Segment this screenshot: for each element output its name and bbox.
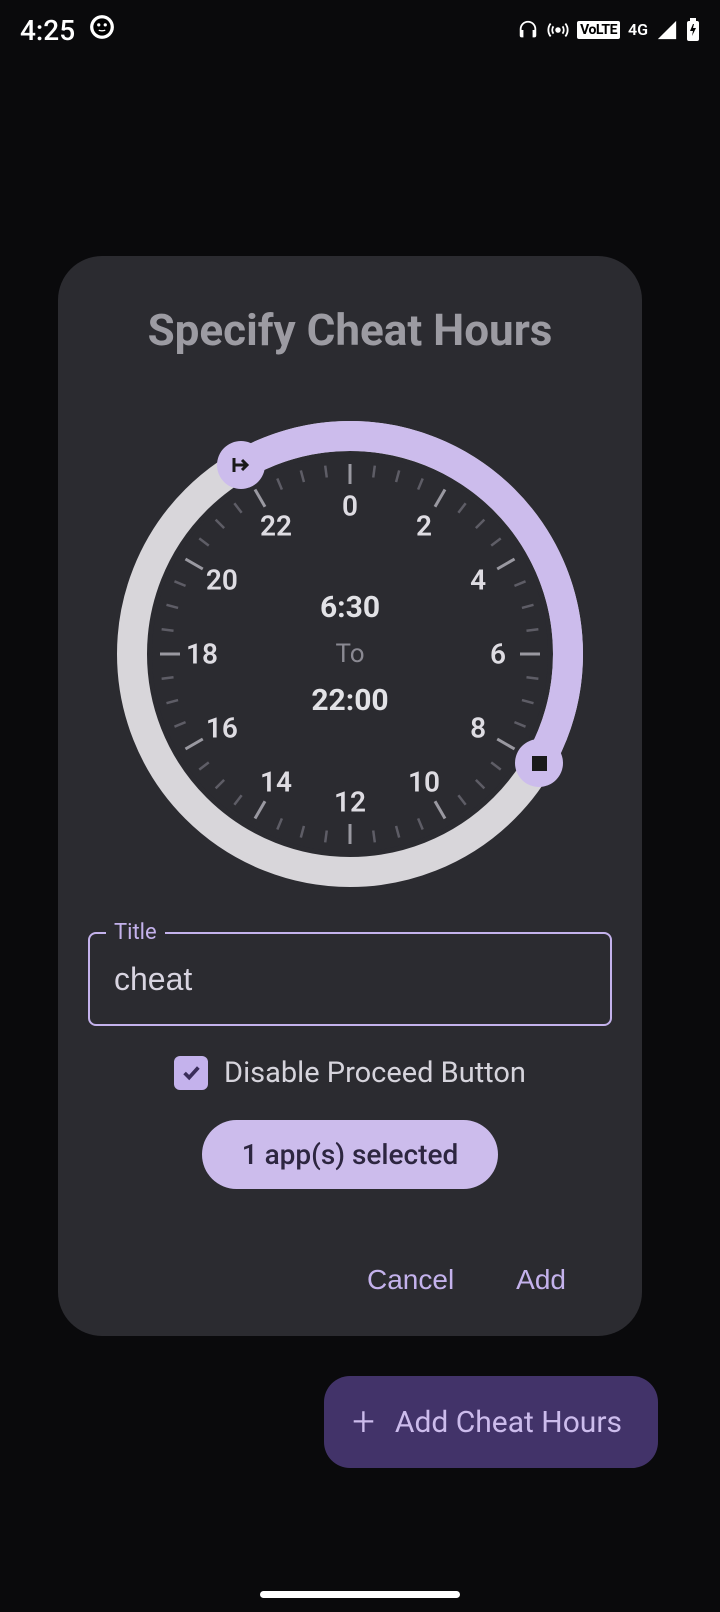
nav-handle[interactable]: [260, 1591, 460, 1598]
status-bar: 4:25 VoLTE 4G: [0, 0, 720, 60]
clock-range-picker[interactable]: 0246810121416182022 6:30 To 22:00: [116, 420, 584, 888]
svg-text:10: 10: [408, 766, 440, 799]
disable-proceed-label: Disable Proceed Button: [224, 1056, 526, 1090]
apps-selected-chip[interactable]: 1 app(s) selected: [202, 1120, 499, 1189]
add-cheat-hours-fab[interactable]: + Add Cheat Hours: [324, 1376, 658, 1468]
signal-icon: [656, 19, 678, 41]
dialog-actions: Cancel Add: [90, 1264, 610, 1308]
dialog-title: Specify Cheat Hours: [148, 304, 553, 356]
svg-text:18: 18: [186, 638, 218, 671]
add-button[interactable]: Add: [516, 1264, 566, 1296]
title-field-label: Title: [106, 920, 165, 945]
svg-text:0: 0: [342, 490, 358, 523]
fab-label: Add Cheat Hours: [395, 1405, 622, 1440]
face-icon: [89, 14, 115, 47]
svg-text:22: 22: [260, 509, 292, 542]
cancel-button[interactable]: Cancel: [367, 1264, 454, 1296]
plus-icon: +: [352, 1402, 375, 1442]
battery-icon: [686, 18, 700, 42]
status-right: VoLTE 4G: [517, 18, 700, 42]
svg-text:8: 8: [470, 712, 486, 745]
svg-text:20: 20: [206, 564, 238, 597]
status-left: 4:25: [20, 14, 115, 47]
svg-text:12: 12: [334, 786, 366, 819]
checkbox-icon[interactable]: [174, 1056, 208, 1090]
svg-text:16: 16: [206, 712, 238, 745]
title-input[interactable]: [88, 932, 612, 1026]
disable-proceed-row[interactable]: Disable Proceed Button: [174, 1056, 526, 1090]
status-time: 4:25: [20, 14, 75, 47]
title-field: Title: [88, 932, 612, 1026]
hotspot-icon: [547, 19, 569, 41]
clock-start-handle[interactable]: [217, 441, 265, 489]
volte-badge: VoLTE: [577, 21, 620, 39]
cheat-hours-dialog: Specify Cheat Hours 0246810121416182022 …: [58, 256, 642, 1336]
clock-end-handle[interactable]: [515, 739, 563, 787]
clock-face: 0 2 4 6 8 10 12 14 16 18 20 22: [116, 420, 584, 888]
headphones-icon: [517, 19, 539, 41]
network-gen: 4G: [628, 23, 648, 37]
svg-text:2: 2: [416, 509, 432, 542]
svg-text:14: 14: [260, 766, 292, 799]
svg-text:4: 4: [470, 564, 486, 597]
svg-text:6: 6: [490, 638, 506, 671]
